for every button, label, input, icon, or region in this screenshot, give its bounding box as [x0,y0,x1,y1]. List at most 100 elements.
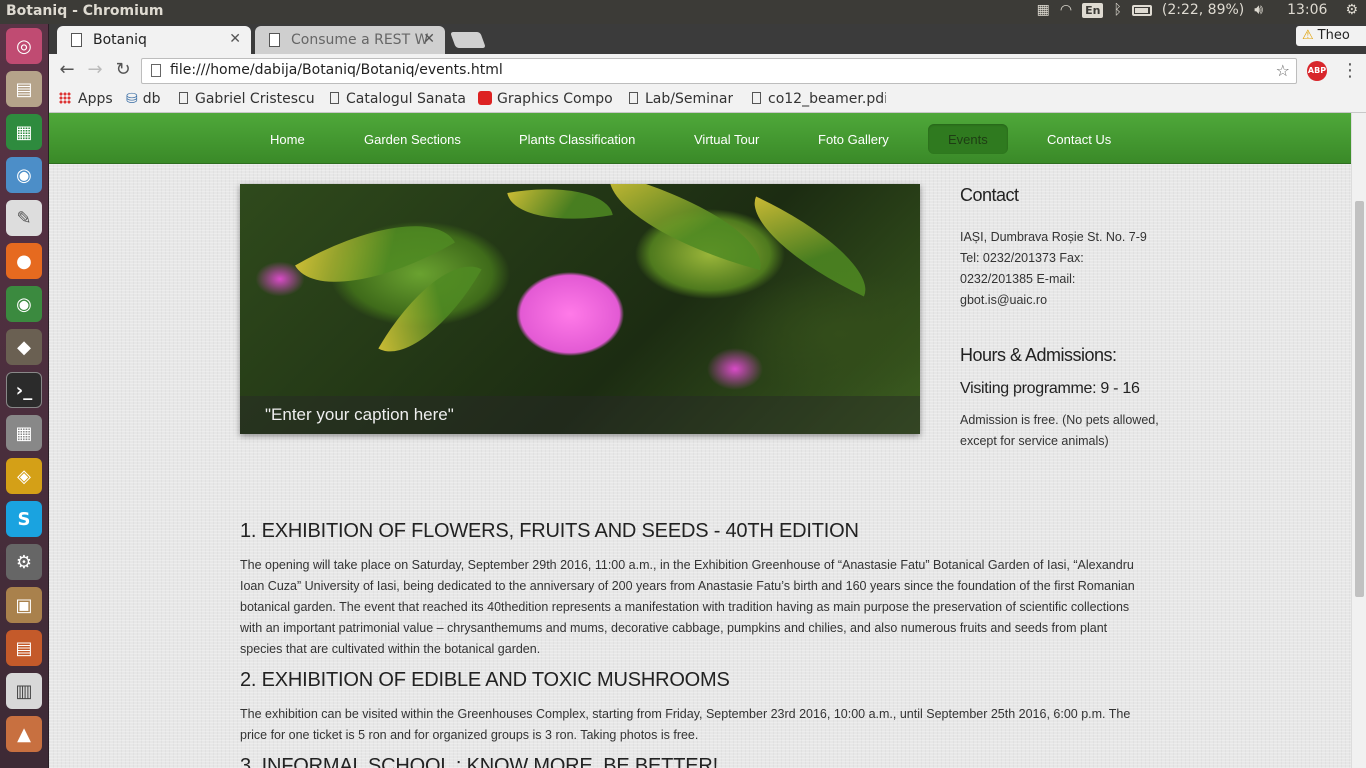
spreadsheet-icon[interactable]: ▦ [6,114,42,150]
visiting-programme: Visiting programme: 9 - 16 [960,380,1140,397]
back-arrow-icon[interactable]: ← [55,59,79,83]
bookmark-label: co12_beamer.pdi [768,91,886,107]
graphics-favicon-icon [478,91,492,105]
apps-grid-icon [59,92,71,104]
leaf-shape [507,184,613,233]
system-top-panel: Botaniq - Chromium ▦ ◠ En ᛒ (2:22, 89%) … [0,0,1366,24]
new-tab-button[interactable] [450,32,486,48]
tab-strip: Botaniq ✕ Consume a REST W ✕ ⚠ Theo [49,24,1366,54]
ubuntu-dash-icon[interactable]: ◎ [6,28,42,64]
db-icon: ⛁ [126,91,138,107]
terminal-icon[interactable]: ›_ [6,372,42,408]
bookmark-label: Apps [78,91,113,107]
event-title: 3. INFORMAL SCHOOL : KNOW MORE, BE BETTE… [240,755,718,768]
hero-caption: "Enter your caption here" [240,396,920,434]
event-body: The opening will take place on Saturday,… [240,558,1135,656]
adblock-plus-icon[interactable]: ABP [1307,61,1327,81]
bookmarks-bar: Apps ⛁ db Gabriel Cristescu Catalogul San… [49,88,1366,113]
bookmark-label: Catalogul Sanata [346,91,465,107]
app-icon-1[interactable]: ▣ [6,587,42,623]
bookmark-graphics-compo[interactable]: Graphics Compo [478,91,615,107]
keyboard-indicator-icon[interactable]: ▦ [1037,2,1050,18]
battery-status[interactable]: (2:22, 89%) [1162,2,1244,18]
bluetooth-icon[interactable]: ᛒ [1113,2,1121,18]
leaf-shape [737,196,883,297]
nav-events[interactable]: Events [928,124,1008,154]
app-icon-3[interactable]: ▥ [6,673,42,709]
hours-heading: Hours & Admissions: [960,345,1117,365]
forward-arrow-icon[interactable]: → [83,59,107,83]
page-viewport: Home Garden Sections Plants Classificati… [49,113,1366,768]
wifi-icon[interactable]: ◠ [1060,2,1072,18]
event-title: 1. EXHIBITION OF FLOWERS, FRUITS AND SEE… [240,520,859,542]
system-tray: ▦ ◠ En ᛒ (2:22, 89%) 🔊︎ 13:06 ⚙ [1037,2,1358,18]
battery-icon[interactable] [1131,4,1152,16]
chrome-icon[interactable]: ◉ [6,286,42,322]
system-settings-icon[interactable]: ⚙ [6,544,42,580]
settings-gear-icon[interactable]: ⚙ [1345,2,1358,18]
nav-foto-gallery[interactable]: Foto Gallery [798,124,909,154]
page-icon [71,33,82,47]
sidebar-info: Contact IAȘI, Dumbrava Roșie St. No. 7-9… [960,185,1160,452]
tab-label: Botaniq [93,32,147,48]
bookmark-catalogul-sanata[interactable]: Catalogul Sanata [330,91,465,107]
browser-toolbar: ← → ↻ file:///home/dabija/Botaniq/Botani… [49,54,1366,88]
bookmark-gabriel-cristescu[interactable]: Gabriel Cristescu [179,91,315,107]
files-icon[interactable]: ▤ [6,71,42,107]
volume-icon[interactable]: 🔊︎ [1254,2,1263,18]
bookmark-co12-beamer[interactable]: co12_beamer.pdi [752,91,886,107]
menu-icon[interactable]: ⋮ [1341,60,1359,81]
reload-icon[interactable]: ↻ [111,59,135,83]
page-icon [151,64,161,77]
app-icon-4[interactable]: ▲ [6,716,42,752]
page-icon [269,33,280,47]
profile-name: Theo [1317,28,1350,43]
text-editor-icon[interactable]: ✎ [6,200,42,236]
bookmark-db[interactable]: ⛁ db [126,91,161,107]
bookmark-label: Graphics Compo [497,91,613,107]
ubuntu-launcher: ◎ ▤ ▦ ◉ ✎ ● ◉ ◆ ›_ ▦ ◈ S ⚙ ▣ ▤ ▥ ▲ [0,24,49,768]
bookmark-label: Lab/Seminar [645,91,734,107]
page-scrollbar[interactable] [1351,113,1366,768]
nav-contact-us[interactable]: Contact Us [1027,124,1131,154]
page-icon [179,92,188,104]
tab-label: Consume a REST W [291,32,429,48]
contact-heading: Contact [960,185,1019,205]
close-tab-icon[interactable]: ✕ [229,31,241,47]
app-icon-2[interactable]: ▤ [6,630,42,666]
skype-icon[interactable]: S [6,501,42,537]
calculator-icon[interactable]: ▦ [6,415,42,451]
bookmark-star-icon[interactable]: ☆ [1276,61,1290,80]
address-bar[interactable]: file:///home/dabija/Botaniq/Botaniq/even… [141,58,1297,84]
url-text[interactable]: file:///home/dabija/Botaniq/Botaniq/even… [170,62,503,78]
clock[interactable]: 13:06 [1287,2,1327,18]
site-nav-bar: Home Garden Sections Plants Classificati… [49,113,1351,164]
event-body: The exhibition can be visited within the… [240,707,1131,742]
page-icon [752,92,761,104]
puzzle-app-icon[interactable]: ◈ [6,458,42,494]
firefox-icon[interactable]: ● [6,243,42,279]
nav-virtual-tour[interactable]: Virtual Tour [674,124,779,154]
bookmark-lab-seminar[interactable]: Lab/Seminar [629,91,733,107]
page-icon [330,92,339,104]
keyboard-layout[interactable]: En [1082,2,1104,18]
events-content: 1. EXHIBITION OF FLOWERS, FRUITS AND SEE… [240,520,1145,768]
gimp-icon[interactable]: ◆ [6,329,42,365]
close-tab-icon[interactable]: ✕ [423,31,435,47]
chromium-icon[interactable]: ◉ [6,157,42,193]
page-icon [629,92,638,104]
event-title: 2. EXHIBITION OF EDIBLE AND TOXIC MUSHRO… [240,669,730,691]
leaf-shape [595,184,775,271]
profile-button[interactable]: ⚠ Theo [1296,26,1366,46]
contact-text: IAȘI, Dumbrava Roșie St. No. 7-9 Tel: 02… [960,230,1147,307]
admission-text: Admission is free. (No pets allowed, exc… [960,413,1159,448]
bookmark-apps[interactable]: Apps [59,91,113,107]
warning-icon: ⚠ [1302,28,1314,43]
tab-botaniq[interactable]: Botaniq ✕ [57,26,251,54]
tab-consume-rest[interactable]: Consume a REST W ✕ [255,26,445,54]
scrollbar-thumb[interactable] [1355,201,1364,597]
nav-home[interactable]: Home [250,124,325,154]
nav-plants-classification[interactable]: Plants Classification [499,124,655,154]
browser-chrome: Botaniq ✕ Consume a REST W ✕ ⚠ Theo ← → ↻… [49,24,1366,113]
nav-garden-sections[interactable]: Garden Sections [344,124,481,154]
